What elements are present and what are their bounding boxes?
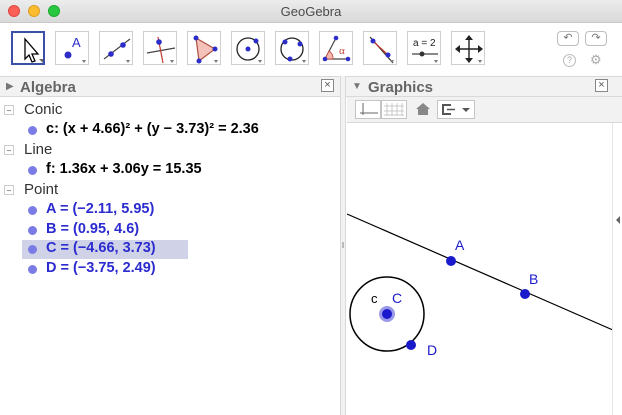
algebra-item-C[interactable]: C = (−4.66, 3.73) — [22, 240, 188, 259]
circle-three-points-tool-button[interactable] — [275, 31, 309, 65]
svg-text:α: α — [339, 45, 345, 57]
home-icon — [416, 103, 430, 115]
algebra-item-A[interactable]: A = (−2.11, 5.95) — [22, 201, 188, 220]
axes-icon — [360, 103, 378, 115]
visibility-dot-icon[interactable] — [28, 226, 37, 235]
drag-handle-icon[interactable] — [342, 242, 344, 248]
line-tool-button[interactable] — [99, 31, 133, 65]
move-graphics-view-tool-button[interactable] — [451, 31, 485, 65]
circle-center-point-tool-icon — [236, 37, 262, 63]
polygon-tool-button[interactable] — [187, 31, 221, 65]
visibility-dot-icon[interactable] — [28, 206, 37, 215]
category-conic[interactable]: Conic — [4, 101, 62, 118]
point-B[interactable] — [520, 289, 530, 299]
gear-icon: ⚙ — [590, 52, 602, 67]
slider-tool-icon: a = 2 — [412, 38, 438, 63]
label-C: C — [392, 290, 402, 306]
slider-tool-button[interactable]: a = 2 — [407, 31, 441, 65]
algebra-item-f[interactable]: f: 1.36x + 3.06y = 15.35 — [22, 161, 202, 180]
category-line[interactable]: Line — [4, 141, 52, 158]
reflect-tool-icon — [369, 36, 394, 64]
move-tool-button[interactable] — [11, 31, 45, 65]
circle-three-points-tool-icon — [280, 37, 306, 63]
algebra-item-c[interactable]: c: (x + 4.66)² + (y − 3.73)² = 2.36 — [22, 121, 259, 140]
geogebra-window: GeoGebra A α a = 2 ↶ ↷ ? ⚙ ▶ Algebra × ▼… — [0, 0, 622, 415]
undo-icon: ↶ — [563, 32, 573, 44]
axes-toggle-button[interactable] — [355, 100, 381, 119]
redo-button[interactable]: ↷ — [585, 31, 607, 46]
algebra-item-B[interactable]: B = (0.95, 4.6) — [22, 221, 188, 240]
polygon-tool-icon — [193, 35, 218, 64]
point-tool-icon: A — [64, 35, 86, 63]
collapse-icon[interactable] — [4, 105, 14, 116]
title-bar: GeoGebra — [0, 0, 622, 23]
graphics-title: Graphics — [368, 79, 434, 96]
algebra-item-text[interactable]: B = (0.95, 4.6) — [46, 221, 139, 237]
graphics-collapse-arrow-icon[interactable]: ▼ — [352, 81, 362, 92]
help-button[interactable]: ? — [563, 54, 576, 67]
line-tool-icon — [103, 38, 131, 63]
category-point[interactable]: Point — [4, 181, 58, 198]
category-label: Line — [24, 141, 53, 158]
reflect-tool-button[interactable] — [363, 31, 397, 65]
algebra-view: Conic c: (x + 4.66)² + (y − 3.73)² = 2.3… — [0, 97, 340, 415]
algebra-item-text[interactable]: f: 1.36x + 3.06y = 15.35 — [46, 161, 202, 177]
algebra-collapse-arrow-icon[interactable]: ▶ — [6, 81, 14, 92]
angle-tool-icon: α — [322, 35, 351, 62]
point-capturing-icon — [442, 104, 470, 115]
perpendicular-line-tool-button[interactable] — [143, 31, 177, 65]
point-A[interactable] — [446, 256, 456, 266]
grid-icon — [384, 103, 404, 116]
graphics-style-bar — [347, 97, 622, 123]
move-tool-icon — [24, 37, 43, 63]
chevron-left-icon — [616, 216, 620, 224]
graphics-drawing[interactable]: A B C c D — [347, 123, 622, 415]
svg-text:A: A — [72, 35, 81, 50]
algebra-item-D[interactable]: D = (−3.75, 2.49) — [22, 260, 188, 279]
category-label: Point — [24, 181, 59, 198]
redo-icon: ↷ — [591, 32, 601, 44]
close-icon: × — [598, 79, 605, 91]
undo-button[interactable]: ↶ — [557, 31, 579, 46]
graphics-close-button[interactable]: × — [595, 79, 608, 92]
grid-toggle-button[interactable] — [381, 100, 407, 119]
toolbar: A α a = 2 ↶ ↷ ? ⚙ — [0, 23, 622, 75]
collapse-icon[interactable] — [4, 185, 14, 196]
collapse-icon[interactable] — [4, 145, 14, 156]
point-C[interactable] — [382, 309, 392, 319]
graphics-header: ▼ Graphics × — [346, 76, 622, 97]
angle-tool-button[interactable]: α — [319, 31, 353, 65]
side-panel-toggle[interactable] — [612, 123, 622, 415]
algebra-close-button[interactable]: × — [321, 79, 334, 92]
visibility-dot-icon[interactable] — [28, 245, 37, 254]
circle-center-point-tool-button[interactable] — [231, 31, 265, 65]
label-D: D — [427, 342, 437, 358]
close-icon: × — [324, 79, 331, 91]
svg-text:a = 2: a = 2 — [413, 38, 436, 49]
label-c: c — [371, 291, 378, 306]
label-A: A — [455, 237, 465, 253]
point-tool-button[interactable]: A — [55, 31, 89, 65]
category-label: Conic — [24, 101, 63, 118]
perpendicular-line-tool-icon — [146, 36, 176, 64]
visibility-dot-icon[interactable] — [28, 166, 37, 175]
algebra-item-text[interactable]: C = (−4.66, 3.73) — [46, 240, 156, 256]
window-title: GeoGebra — [280, 4, 342, 19]
label-B: B — [529, 271, 538, 287]
algebra-item-text[interactable]: c: (x + 4.66)² + (y − 3.73)² = 2.36 — [46, 121, 259, 137]
point-D[interactable] — [406, 340, 416, 350]
algebra-item-text[interactable]: A = (−2.11, 5.95) — [46, 201, 154, 217]
algebra-title: Algebra — [20, 79, 76, 96]
graphics-canvas[interactable]: A B C c D — [347, 123, 622, 415]
home-button[interactable] — [413, 100, 433, 119]
algebra-item-text[interactable]: D = (−3.75, 2.49) — [46, 260, 156, 276]
algebra-header: ▶ Algebra × — [0, 76, 341, 97]
visibility-dot-icon[interactable] — [28, 126, 37, 135]
point-capturing-dropdown[interactable] — [437, 100, 475, 119]
visibility-dot-icon[interactable] — [28, 265, 37, 274]
panel-divider[interactable] — [340, 76, 346, 415]
help-icon: ? — [566, 55, 572, 65]
settings-button[interactable]: ⚙ — [590, 52, 602, 68]
move-graphics-view-tool-icon — [455, 35, 483, 63]
